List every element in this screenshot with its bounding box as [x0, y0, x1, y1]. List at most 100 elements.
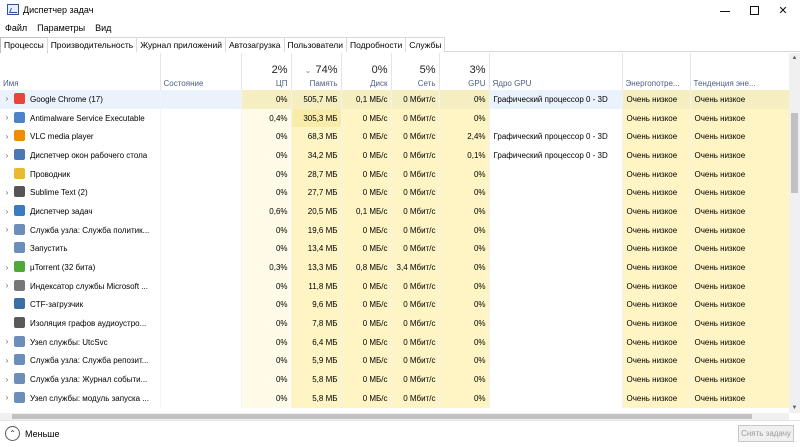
- process-gpu: 0%: [439, 276, 490, 296]
- process-memory: 6,4 МБ: [291, 332, 342, 352]
- sort-chevron-icon: ⌄: [304, 66, 312, 75]
- horizontal-scroll-thumb[interactable]: [12, 414, 752, 419]
- process-row[interactable]: CTF-загрузчик 0% 9,6 МБ 0 МБ/с 0 Мбит/с 0% Оче…: [0, 295, 789, 315]
- process-power: Очень низкое: [622, 295, 691, 315]
- process-cpu: 0%: [241, 332, 292, 352]
- tab-6[interactable]: Службы: [405, 37, 446, 52]
- process-row[interactable]: › VLC media player 0% 68,3 МБ 0 МБ/с 0 Мбит/с…: [0, 127, 789, 147]
- process-status: [160, 332, 242, 352]
- process-power: Очень низкое: [622, 202, 691, 221]
- process-cpu: 0%: [241, 164, 292, 184]
- column-header-status[interactable]: Состояние: [160, 53, 242, 90]
- expand-chevron-icon[interactable]: ›: [0, 207, 14, 216]
- dwm-icon: [14, 148, 25, 160]
- process-status: [160, 146, 242, 165]
- process-row[interactable]: › µTorrent (32 бита) 0,3% 13,3 МБ 0,8 МБ/с 3,…: [0, 258, 789, 277]
- column-label-name: Имя: [3, 79, 19, 88]
- process-gpu: 0%: [439, 183, 490, 203]
- process-power-trend: Очень низкое: [690, 314, 789, 333]
- column-header-disk[interactable]: 0% Диск: [341, 53, 392, 90]
- fewer-details-button[interactable]: ⌃ Меньше: [5, 426, 60, 441]
- column-header-network[interactable]: 5% Сеть: [391, 53, 440, 90]
- expand-chevron-icon[interactable]: ›: [0, 337, 14, 346]
- column-header-gpu[interactable]: 3% GPU: [439, 53, 490, 90]
- horizontal-scrollbar[interactable]: [0, 413, 789, 420]
- process-row[interactable]: › Узел службы: модуль запуска ... 0% 5,8 МБ…: [0, 389, 789, 408]
- column-header-cpu[interactable]: 2% ЦП: [241, 53, 292, 90]
- process-row[interactable]: › Sublime Text (2) 0% 27,7 МБ 0 МБ/с 0 Мбит/с…: [0, 183, 789, 203]
- column-label-network: Сеть: [417, 79, 436, 88]
- expand-chevron-icon[interactable]: ›: [0, 94, 14, 103]
- process-cpu: 0%: [241, 183, 292, 203]
- expand-chevron-icon[interactable]: ›: [0, 281, 14, 290]
- process-name: Служба узла: Служба политик...: [30, 225, 150, 235]
- end-task-button[interactable]: Снять задачу: [738, 425, 794, 442]
- ctf-icon: [14, 298, 25, 310]
- process-row[interactable]: › Служба узла: Журнал событи... 0% 5,8 МБ 0 …: [0, 370, 789, 389]
- menu-item-2[interactable]: Вид: [90, 21, 116, 35]
- process-power: Очень низкое: [622, 90, 691, 109]
- sublime-icon: [14, 186, 25, 198]
- column-header-power-trend[interactable]: Тенденция эне...: [690, 53, 789, 90]
- process-disk: 0,1 МБ/с: [341, 90, 392, 109]
- expand-chevron-icon[interactable]: ›: [0, 188, 14, 197]
- process-power-trend: Очень низкое: [690, 146, 789, 165]
- process-row[interactable]: Запустить 0% 13,4 МБ 0 МБ/с 0 Мбит/с 0% Очень …: [0, 239, 789, 259]
- process-gpu-engine: [489, 389, 623, 408]
- tab-3[interactable]: Автозагрузка: [224, 37, 285, 52]
- process-gpu-engine: [489, 239, 623, 259]
- column-header-power[interactable]: Энергопотре...: [622, 53, 691, 90]
- expand-chevron-icon[interactable]: ›: [0, 375, 14, 384]
- tab-0[interactable]: Процессы: [0, 37, 48, 53]
- process-gpu: 0%: [439, 295, 490, 315]
- expand-chevron-icon[interactable]: ›: [0, 225, 14, 234]
- process-row[interactable]: › Диспетчер задач 0,6% 20,5 МБ 0,1 МБ/с 0 Мби…: [0, 202, 789, 221]
- tab-1[interactable]: Производительность: [46, 37, 138, 52]
- menu-item-0[interactable]: Файл: [0, 21, 32, 35]
- process-memory: 27,7 МБ: [291, 183, 342, 203]
- process-row[interactable]: › Узел службы: UtcSvc 0% 6,4 МБ 0 МБ/с 0 Мбит…: [0, 332, 789, 352]
- process-row[interactable]: › Диспетчер окон рабочего стола 0% 34,2 МБ 0…: [0, 146, 789, 165]
- process-gpu: 0%: [439, 351, 490, 371]
- process-row[interactable]: › Antimalware Service Executable 0,4% 305,3…: [0, 108, 789, 128]
- tab-5[interactable]: Подробности: [346, 37, 407, 52]
- expand-chevron-icon[interactable]: ›: [0, 151, 14, 160]
- scroll-down-arrow-icon[interactable]: ▼: [789, 403, 800, 413]
- process-row[interactable]: › Индексатор службы Microsoft ... 0% 11,8 М…: [0, 276, 789, 296]
- column-header-name[interactable]: Имя: [0, 53, 161, 90]
- expand-chevron-icon[interactable]: ›: [0, 132, 14, 141]
- process-network: 0 Мбит/с: [391, 90, 440, 109]
- vertical-scroll-thumb[interactable]: [791, 113, 798, 193]
- process-memory: 68,3 МБ: [291, 127, 342, 147]
- process-row[interactable]: › Служба узла: Служба репозит... 0% 5,9 МБ 0…: [0, 351, 789, 371]
- process-row[interactable]: Проводник 0% 28,7 МБ 0 МБ/с 0 Мбит/с 0% Очень …: [0, 164, 789, 184]
- process-cpu: 0%: [241, 239, 292, 259]
- close-button[interactable]: ✕: [764, 0, 800, 20]
- process-row[interactable]: › Google Chrome (17) 0% 505,7 МБ 0,1 МБ/с 0 М…: [0, 90, 789, 109]
- process-memory: 9,6 МБ: [291, 295, 342, 315]
- column-header-memory[interactable]: ⌄ 74% Память: [291, 53, 342, 90]
- column-label-gpu: GPU: [468, 79, 486, 88]
- column-header-gpu-engine[interactable]: Ядро GPU: [489, 53, 623, 90]
- process-gpu-engine: [489, 220, 623, 240]
- vertical-scrollbar[interactable]: ▲ ▼: [789, 53, 800, 413]
- tab-2[interactable]: Журнал приложений: [136, 37, 226, 52]
- process-name-cell: › Узел службы: модуль запуска ...: [0, 389, 161, 408]
- title-bar: Диспетчер задач ✕: [0, 0, 800, 20]
- process-network: 0 Мбит/с: [391, 108, 440, 128]
- process-gpu-engine: [489, 164, 623, 184]
- expand-chevron-icon[interactable]: ›: [0, 263, 14, 272]
- process-row[interactable]: Изоляция графов аудиоустро... 0% 7,8 МБ 0 М…: [0, 314, 789, 333]
- process-row[interactable]: › Служба узла: Служба политик... 0% 19,6 МБ…: [0, 220, 789, 240]
- menu-item-1[interactable]: Параметры: [32, 21, 90, 35]
- process-power-trend: Очень низкое: [690, 127, 789, 147]
- expand-chevron-icon[interactable]: ›: [0, 113, 14, 122]
- scroll-up-arrow-icon[interactable]: ▲: [789, 53, 800, 63]
- tab-4[interactable]: Пользователи: [283, 37, 348, 52]
- process-memory: 305,3 МБ: [291, 108, 342, 128]
- process-cpu: 0%: [241, 295, 292, 315]
- search-indexer-icon: [14, 279, 25, 291]
- expand-chevron-icon[interactable]: ›: [0, 356, 14, 365]
- expand-chevron-icon[interactable]: ›: [0, 393, 14, 402]
- process-network: 0 Мбит/с: [391, 146, 440, 165]
